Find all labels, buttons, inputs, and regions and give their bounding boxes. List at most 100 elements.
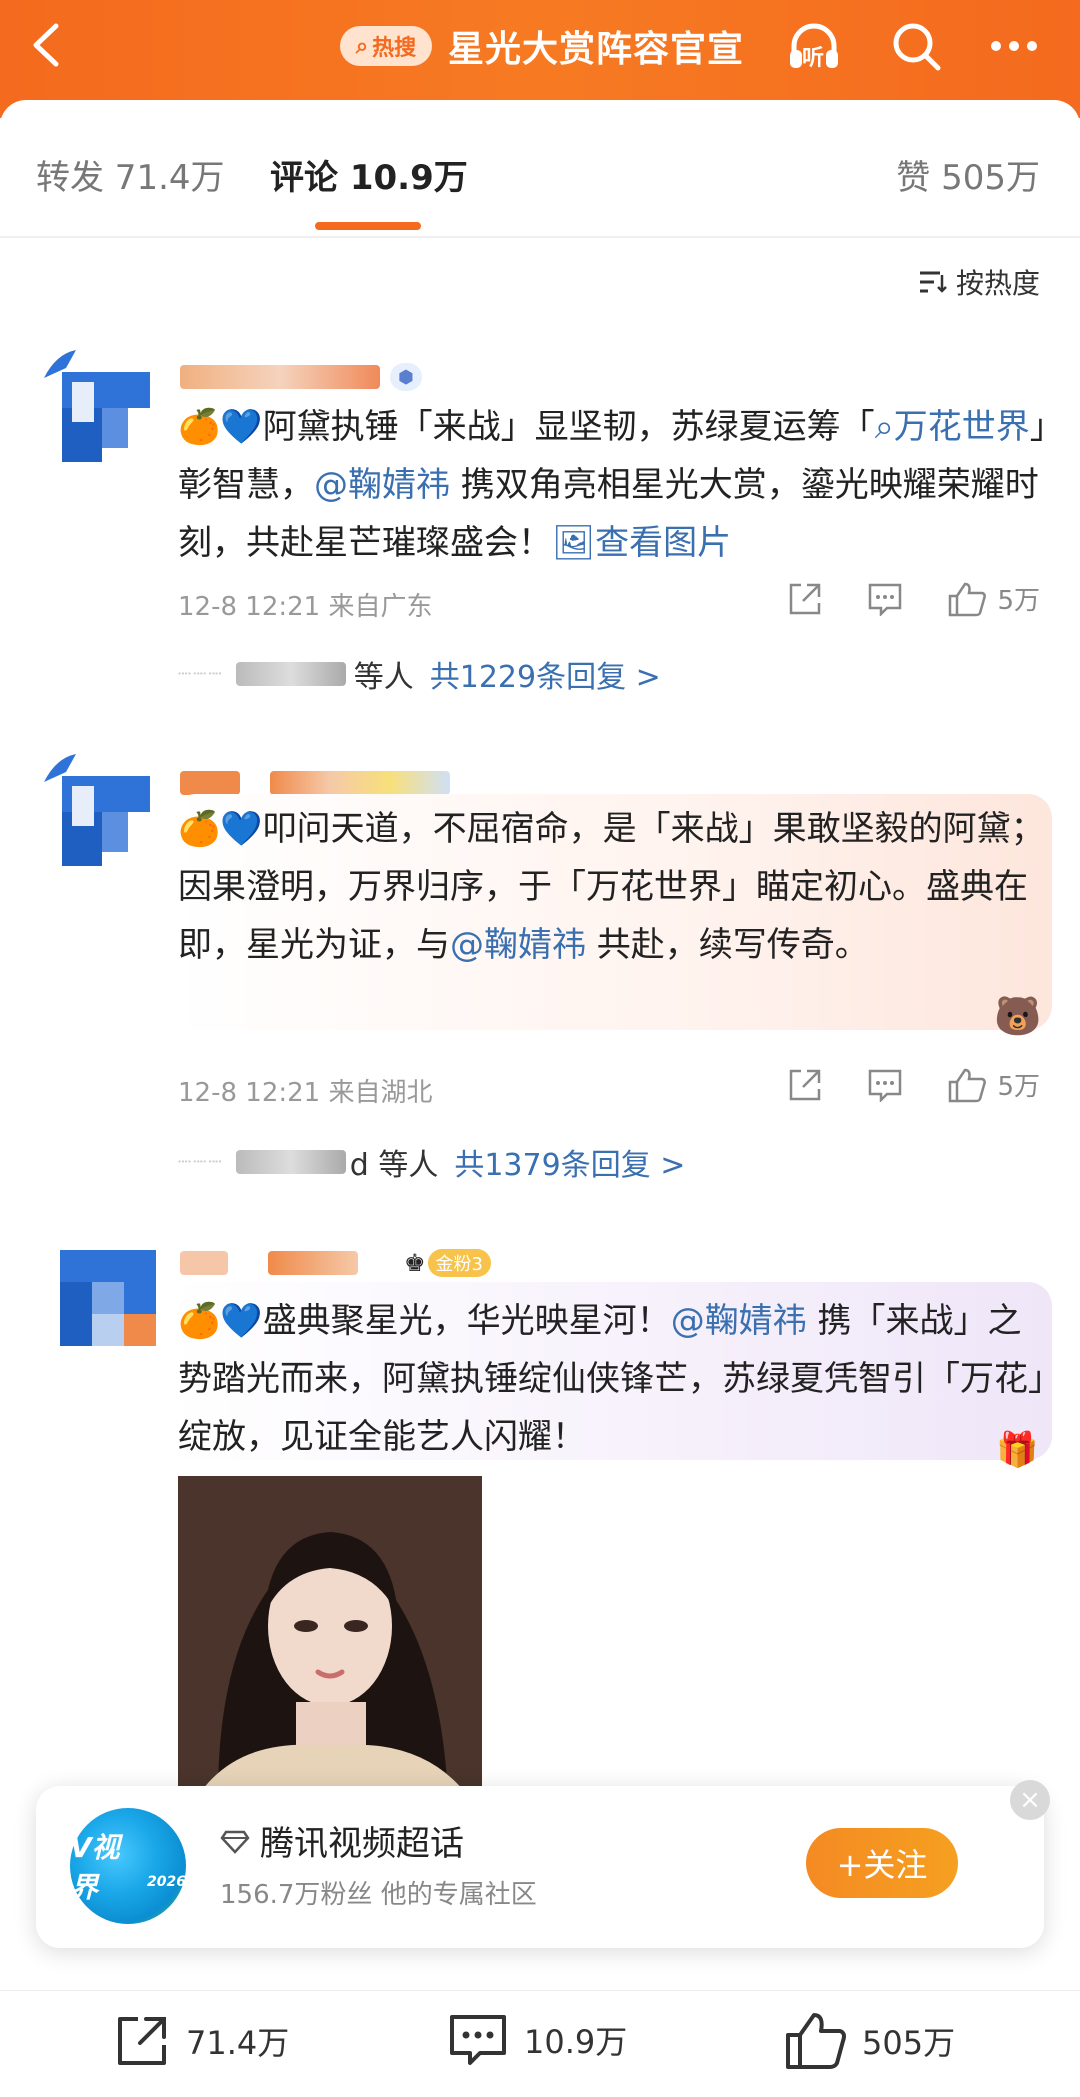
- back-arrow-icon[interactable]: [22, 20, 72, 70]
- like-count: 5万: [997, 586, 1040, 616]
- card-title-label: 腾讯视频超话: [260, 1824, 464, 1864]
- username-blurred: [270, 771, 450, 795]
- listen-headphone-icon[interactable]: 听: [784, 16, 844, 76]
- repost-icon: [118, 2017, 166, 2065]
- thumbs-up-icon: [949, 1068, 987, 1102]
- bottom-comment-button[interactable]: 10.9万: [446, 2011, 627, 2069]
- header-title-group[interactable]: ⌕ 热搜 星光大赏阵容官宣: [340, 18, 744, 74]
- super-topic-follow-card[interactable]: V视界 2026 腾讯视频超话 156.7万粉丝 他的专属社区 +关注 ×: [36, 1780, 1050, 1948]
- topic-link[interactable]: ⌕万花世界: [875, 407, 1030, 447]
- comment-icon: [869, 583, 902, 616]
- page-title: 星光大赏阵容官宣: [448, 29, 745, 70]
- reply-users-blurred: [235, 1150, 346, 1174]
- reply-button[interactable]: [867, 1068, 903, 1102]
- logo-year: 2026: [147, 1874, 186, 1890]
- share-icon: [790, 583, 821, 614]
- logo-text: V视界: [70, 1831, 120, 1904]
- comment-photo[interactable]: [178, 1476, 482, 1796]
- gold-fan-badge: 金粉3: [427, 1249, 491, 1277]
- stats-tabs: 转发 71.4万 评论 10.9万 赞 505万: [0, 150, 1080, 230]
- comment-actions: 5万: [743, 580, 1040, 617]
- like-count: 5万: [997, 1072, 1040, 1102]
- blue-heart-emoji: 💙: [220, 1301, 263, 1341]
- avatar[interactable]: [60, 1250, 156, 1346]
- bottom-like-button[interactable]: 505万: [784, 2011, 955, 2071]
- replies-summary[interactable]: ┈┈┈ d 等人 共1379条回复 >: [178, 1140, 685, 1184]
- hot-badge-label: 热搜: [372, 36, 417, 61]
- username-blurred: [180, 771, 240, 795]
- replies-who: 等人: [353, 660, 414, 695]
- tab-likes[interactable]: 赞 505万: [896, 150, 1040, 199]
- comment-meta: 12-8 12:21 来自湖北: [178, 1078, 433, 1108]
- thumbs-up-icon: [786, 2013, 846, 2069]
- tab-comments[interactable]: 评论 10.9万: [270, 150, 468, 199]
- tangerine-emoji: 🍊: [178, 1301, 221, 1341]
- username-blurred: [180, 365, 380, 389]
- sort-label: 按热度: [955, 267, 1040, 300]
- super-topic-logo: V视界 2026: [70, 1808, 186, 1924]
- share-button[interactable]: [787, 581, 823, 617]
- username-blurred: [180, 1251, 228, 1275]
- reply-button[interactable]: [867, 582, 903, 616]
- username-row[interactable]: ⬢: [180, 362, 422, 392]
- username-blurred: [268, 1251, 358, 1275]
- close-card-button[interactable]: ×: [1010, 1780, 1050, 1820]
- comment-meta: 12-8 12:21 来自广东: [178, 592, 433, 622]
- share-icon: [790, 1069, 821, 1100]
- gift-sticker-icon: 🎁: [996, 1430, 1039, 1470]
- super-topic-diamond-icon: [220, 1830, 250, 1854]
- like-button[interactable]: 5万: [947, 580, 1040, 617]
- replies-summary[interactable]: ┈┈┈ 等人 共1229条回复 >: [178, 652, 661, 696]
- view-image-link[interactable]: 🖼查看图片: [552, 523, 731, 563]
- avatar[interactable]: [36, 348, 152, 464]
- blue-heart-emoji: 💙: [220, 809, 263, 849]
- card-subtitle: 156.7万粉丝 他的专属社区: [220, 1880, 537, 1910]
- portrait-image: [178, 1476, 482, 1796]
- follow-button[interactable]: +关注: [806, 1828, 958, 1898]
- reply-users-blurred: [235, 662, 346, 686]
- image-icon: 🖼: [552, 523, 596, 563]
- more-icon[interactable]: [984, 16, 1044, 76]
- gold-fan-icon: ♚: [404, 1249, 426, 1277]
- comment-text: 🍊💙叩问天道，不屈宿命，是「来战」果敢坚毅的阿黛；因果澄明，万界归序，于「万花世…: [178, 800, 1048, 974]
- active-tab-indicator: [315, 222, 421, 230]
- mention-link[interactable]: @鞠婧祎: [450, 925, 586, 965]
- search-link-icon: ⌕: [874, 407, 894, 447]
- avatar[interactable]: [36, 752, 152, 868]
- blue-heart-emoji: 💙: [220, 407, 263, 447]
- share-button[interactable]: [787, 1067, 823, 1103]
- tangerine-emoji: 🍊: [178, 407, 221, 447]
- comment-text-part: 共赴，续写传奇。: [586, 925, 869, 965]
- mention-link[interactable]: @鞠婧祎: [314, 465, 450, 505]
- comment-text: 🍊💙阿黛执锤「来战」显坚韧，苏绿夏运筹「⌕万花世界」彰智慧，@鞠婧祎 携双角亮相…: [178, 398, 1048, 572]
- comment-icon: [450, 2015, 506, 2065]
- reply-thread-dots: ┈┈┈: [178, 1149, 224, 1175]
- repost-count: 71.4万: [186, 2024, 290, 2062]
- hot-search-badge: ⌕ 热搜: [340, 26, 432, 66]
- search-icon[interactable]: [886, 16, 946, 76]
- like-count: 505万: [862, 2024, 956, 2062]
- fan-badge: ⬢: [390, 363, 422, 391]
- bottom-repost-button[interactable]: 71.4万: [112, 2011, 289, 2071]
- tab-repost[interactable]: 转发 71.4万: [36, 150, 225, 199]
- thumbs-up-icon: [949, 582, 987, 616]
- bottom-action-bar: 71.4万 10.9万 505万: [0, 1990, 1080, 2097]
- mention-link[interactable]: @鞠婧祎: [671, 1301, 807, 1341]
- comment-actions: 5万: [743, 1066, 1040, 1103]
- listen-label: 听: [802, 46, 825, 71]
- tangerine-emoji: 🍊: [178, 809, 221, 849]
- replies-count-link[interactable]: 共1229条回复 >: [430, 652, 661, 696]
- sort-by-hot-button[interactable]: 按热度: [918, 262, 1040, 302]
- comment-text-part: 阿黛执锤「来战」显坚韧，苏绿夏运筹「: [262, 407, 875, 447]
- view-image-label: 查看图片: [595, 523, 732, 563]
- comment-count: 10.9万: [524, 2023, 628, 2061]
- sort-icon: [919, 271, 947, 293]
- bear-sticker-icon: 🐻: [994, 994, 1042, 1038]
- replies-count-link[interactable]: 共1379条回复 >: [454, 1140, 685, 1184]
- reply-thread-dots: ┈┈┈: [178, 661, 224, 687]
- comment-text: 🍊💙盛典聚星光，华光映星河！@鞠婧祎 携「来战」之势踏光而来，阿黛执锤绽仙侠锋芒…: [178, 1292, 1048, 1466]
- username-row[interactable]: ♚ 金粉3: [180, 1248, 491, 1278]
- replies-who: d 等人: [349, 1148, 439, 1183]
- comment-icon: [869, 1069, 902, 1102]
- like-button[interactable]: 5万: [947, 1066, 1040, 1103]
